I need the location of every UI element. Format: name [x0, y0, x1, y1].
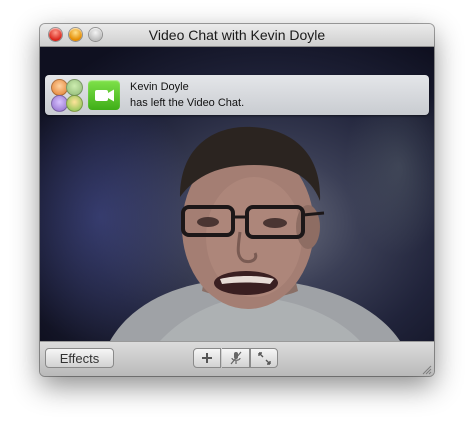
- video-camera-icon: [88, 80, 120, 110]
- effects-button[interactable]: Effects: [45, 348, 114, 368]
- window-title: Video Chat with Kevin Doyle: [148, 27, 326, 43]
- notification-message: has left the Video Chat.: [130, 97, 245, 109]
- notification-banner: Kevin Doyle has left the Video Chat.: [45, 75, 429, 115]
- mute-microphone-icon: [230, 351, 241, 365]
- buddy-avatar-icon: [66, 95, 83, 112]
- resize-grip-icon[interactable]: [421, 364, 432, 375]
- video-chat-window: Video Chat with Kevin Doyle Kevin Doyle …: [40, 24, 434, 376]
- fullscreen-button[interactable]: [250, 348, 278, 368]
- notification-name: Kevin Doyle: [130, 81, 189, 93]
- bottom-toolbar: Effects: [40, 341, 434, 376]
- fullscreen-icon: [257, 351, 271, 365]
- mute-button[interactable]: [222, 348, 250, 368]
- video-feed: Kevin Doyle has left the Video Chat.: [40, 47, 434, 341]
- buddy-avatar-icon: [66, 79, 83, 96]
- title-bar[interactable]: Video Chat with Kevin Doyle: [40, 24, 434, 47]
- add-participant-button[interactable]: [193, 348, 221, 368]
- add-participant-icon: [202, 353, 212, 363]
